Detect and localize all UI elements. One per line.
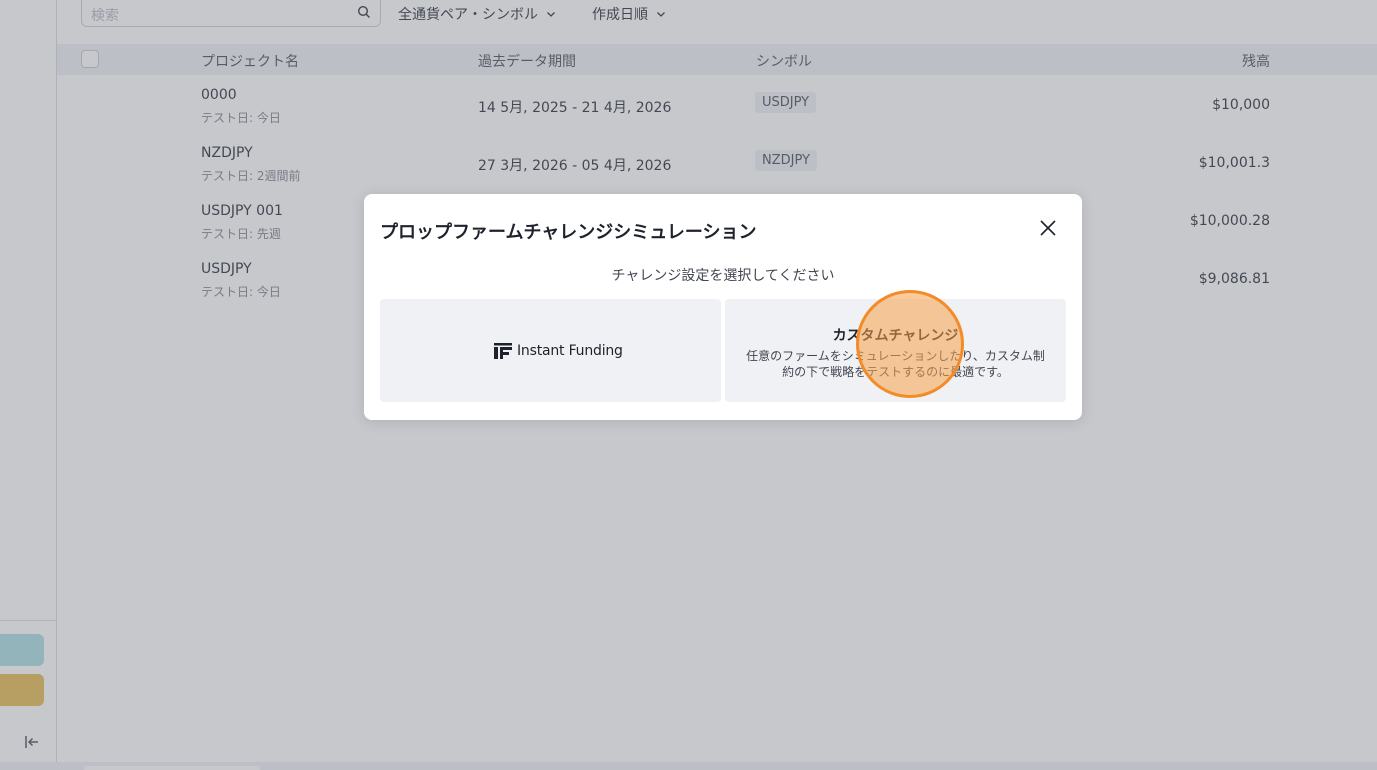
custom-challenge-title: カスタムチャレンジ: [832, 328, 959, 344]
modal-subtitle: チャレンジ設定を選択してください: [611, 268, 835, 284]
close-icon[interactable]: [1038, 218, 1058, 238]
modal-title: プロップファームチャレンジシミュレーション: [380, 222, 757, 243]
instant-funding-logo-icon: [494, 343, 512, 359]
custom-challenge-option[interactable]: カスタムチャレンジ 任意のファームをシミュレーションしたり、カスタム制約の下で戦…: [725, 299, 1066, 402]
instant-funding-label: Instant Funding: [517, 343, 623, 359]
prop-firm-challenge-modal: プロップファームチャレンジシミュレーション チャレンジ設定を選択してください I…: [364, 194, 1082, 420]
instant-funding-option[interactable]: Instant Funding: [380, 299, 721, 402]
custom-challenge-description: 任意のファームをシミュレーションしたり、カスタム制約の下で戦略をテストするのに最…: [746, 349, 1045, 379]
instant-funding-logo: Instant Funding: [494, 343, 623, 359]
